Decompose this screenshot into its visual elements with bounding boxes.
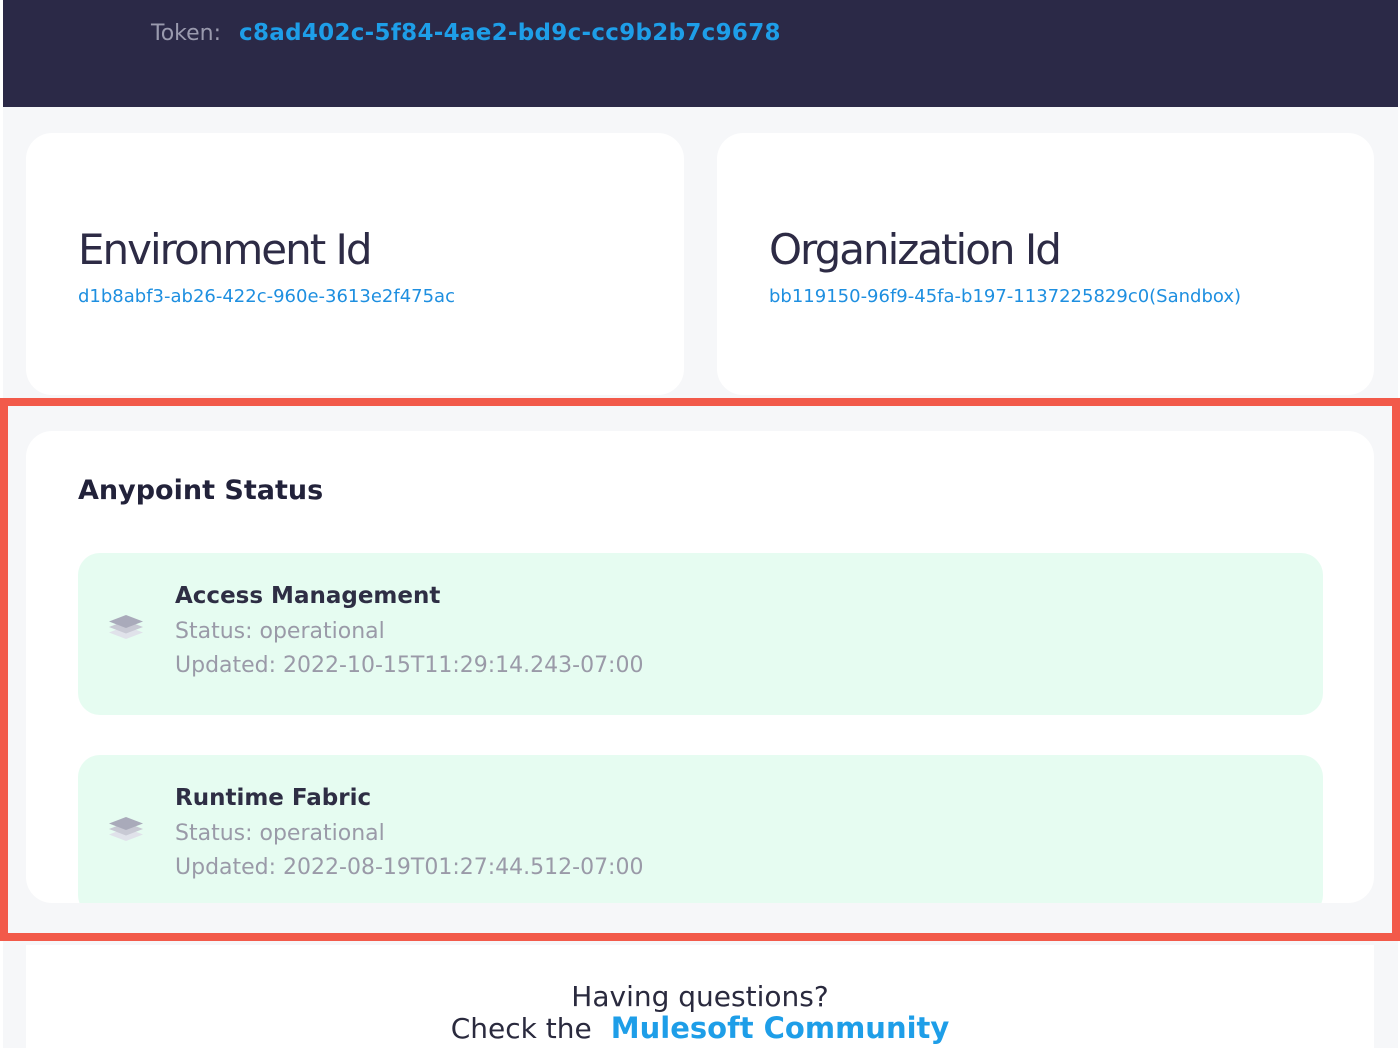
status-item-runtime-fabric[interactable]: Runtime Fabric Status: operational Updat… — [78, 755, 1323, 903]
mulesoft-community-link[interactable]: Mulesoft Community — [611, 1011, 950, 1045]
page-frame: Token: c8ad402c-5f84-4ae2-bd9c-cc9b2b7c9… — [3, 0, 1398, 1048]
status-item-name: Runtime Fabric — [175, 785, 372, 811]
organization-id-value[interactable]: bb119150-96f9-45fa-b197-1137225829c0(San… — [769, 286, 1241, 307]
organization-id-title: Organization Id — [769, 225, 1062, 274]
environment-id-value[interactable]: d1b8abf3-ab26-422c-960e-3613e2f475ac — [78, 286, 455, 307]
anypoint-status-title: Anypoint Status — [78, 475, 324, 506]
status-item-status: Status: operational — [175, 619, 385, 644]
status-item-access-management[interactable]: Access Management Status: operational Up… — [78, 553, 1323, 715]
environment-id-title: Environment Id — [78, 225, 373, 274]
organization-id-card: Organization Id bb119150-96f9-45fa-b197-… — [717, 133, 1374, 395]
top-header: Token: c8ad402c-5f84-4ae2-bd9c-cc9b2b7c9… — [3, 0, 1398, 107]
token-row: Token: c8ad402c-5f84-4ae2-bd9c-cc9b2b7c9… — [151, 20, 781, 46]
token-label: Token: — [151, 21, 222, 46]
status-item-name: Access Management — [175, 583, 441, 609]
anypoint-status-card: Anypoint Status Access Management Status… — [26, 431, 1374, 903]
token-value[interactable]: c8ad402c-5f84-4ae2-bd9c-cc9b2b7c9678 — [239, 20, 781, 46]
footer-question: Having questions? — [571, 980, 829, 1013]
footer-check-text: Check the — [450, 1012, 592, 1045]
status-item-updated: Updated: 2022-08-19T01:27:44.512-07:00 — [175, 855, 644, 880]
layers-icon — [106, 613, 146, 653]
footer-community-row: Check the Mulesoft Community — [0, 1011, 1400, 1045]
layers-icon — [106, 815, 146, 855]
environment-id-card: Environment Id d1b8abf3-ab26-422c-960e-3… — [26, 133, 684, 395]
status-item-status: Status: operational — [175, 821, 385, 846]
status-item-updated: Updated: 2022-10-15T11:29:14.243-07:00 — [175, 653, 644, 678]
